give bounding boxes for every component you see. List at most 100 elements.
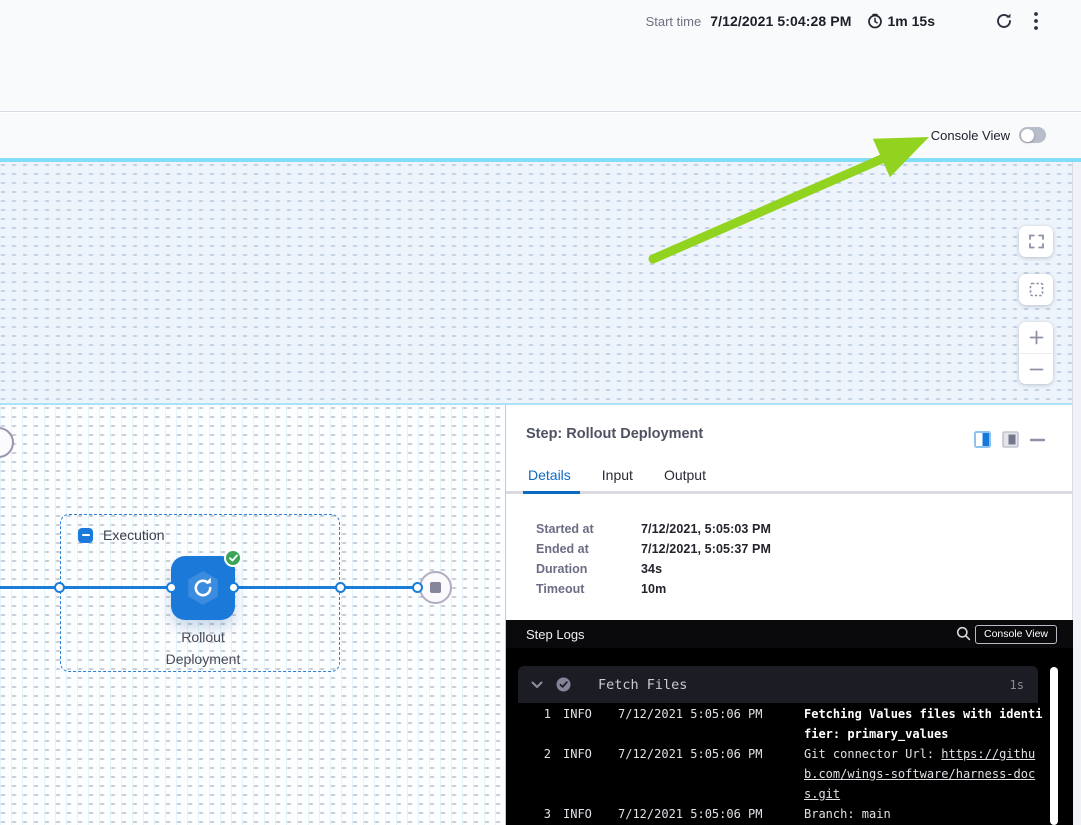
active-tab-indicator xyxy=(523,491,580,494)
minus-icon xyxy=(1029,362,1044,377)
stage-end-node[interactable] xyxy=(419,571,452,604)
detail-label: Timeout xyxy=(536,582,641,596)
detail-label: Ended at xyxy=(536,542,641,556)
console-view-label: Console View xyxy=(931,128,1010,143)
plus-icon xyxy=(1029,330,1044,345)
log-timestamp: 7/12/2021 5:05:06 PM xyxy=(618,804,792,824)
log-level: INFO xyxy=(563,804,606,824)
fit-view-icon xyxy=(1029,282,1044,297)
log-timestamp: 7/12/2021 5:05:06 PM xyxy=(618,704,792,724)
port-node-in[interactable] xyxy=(166,582,177,593)
collapse-group-button[interactable] xyxy=(78,528,93,543)
detail-value: 7/12/2021, 5:05:37 PM xyxy=(641,542,771,556)
log-group-duration: 1s xyxy=(1010,678,1024,692)
detail-value: 7/12/2021, 5:05:03 PM xyxy=(641,522,771,536)
port-group-out[interactable] xyxy=(335,582,346,593)
detail-value: 10m xyxy=(641,582,666,596)
detail-value: 34s xyxy=(641,562,662,576)
elapsed-time-wrap: 1m 15s xyxy=(867,13,935,29)
window-scroll-gutter[interactable] xyxy=(1072,162,1081,825)
node-label-line1: Rollout xyxy=(128,626,278,648)
log-line-number: 2 xyxy=(518,744,551,764)
port-end-in[interactable] xyxy=(412,582,423,593)
zoom-stack-control xyxy=(1019,322,1053,384)
pipeline-canvas-upper[interactable] xyxy=(0,162,1081,403)
log-level: INFO xyxy=(563,744,606,764)
zoom-out-button[interactable] xyxy=(1019,353,1053,384)
panel-tabs: Details Input Output xyxy=(528,467,706,483)
log-row: 1 INFO 7/12/2021 5:05:06 PM Fetching Val… xyxy=(518,704,1050,744)
tab-input[interactable]: Input xyxy=(602,467,633,483)
execution-group-header: Execution xyxy=(78,527,164,543)
log-message-text: Git connector Url: xyxy=(804,747,941,761)
pipeline-execution-page: Start time 7/12/2021 5:04:28 PM 1m 15s xyxy=(0,0,1081,825)
details-rows: Started at 7/12/2021, 5:05:03 PM Ended a… xyxy=(536,519,771,599)
detail-row-duration: Duration 34s xyxy=(536,559,771,579)
search-icon xyxy=(956,626,971,641)
execution-header: Start time 7/12/2021 5:04:28 PM 1m 15s xyxy=(0,0,1081,112)
rollout-deployment-node[interactable] xyxy=(171,556,235,620)
minimize-panel-button[interactable] xyxy=(1030,438,1045,442)
step-logs-body: Fetch Files 1s 1 INFO 7/12/2021 5:05:06 … xyxy=(506,648,1073,825)
clock-icon xyxy=(867,13,883,29)
log-group-success-icon xyxy=(556,677,571,692)
detail-row-timeout: Timeout 10m xyxy=(536,579,771,599)
log-message: Branch: main xyxy=(804,804,1044,824)
refresh-icon xyxy=(995,12,1013,30)
zoom-in-button[interactable] xyxy=(1019,322,1053,353)
log-line-number: 3 xyxy=(518,804,551,824)
toggle-knob xyxy=(1021,129,1034,142)
log-group-header[interactable]: Fetch Files 1s xyxy=(518,666,1038,703)
log-line-number: 1 xyxy=(518,704,551,724)
detail-label: Started at xyxy=(536,522,641,536)
tab-output[interactable]: Output xyxy=(664,467,706,483)
detail-row-started: Started at 7/12/2021, 5:05:03 PM xyxy=(536,519,771,539)
console-toggle-group: Console View xyxy=(931,127,1046,143)
minimize-icon xyxy=(1030,438,1045,442)
start-time-value: 7/12/2021 5:04:28 PM xyxy=(710,13,851,29)
fullscreen-control xyxy=(1019,226,1053,257)
fit-to-view-button[interactable] xyxy=(1019,274,1053,305)
panel-title: Step: Rollout Deployment xyxy=(526,426,703,442)
log-row: 2 INFO 7/12/2021 5:05:06 PM Git connecto… xyxy=(518,744,1050,804)
full-view-icon xyxy=(1002,431,1019,448)
check-icon xyxy=(229,554,238,562)
logs-console-view-button[interactable]: Console View xyxy=(975,625,1057,644)
split-view-icon xyxy=(974,431,991,448)
node-label-line2: Deployment xyxy=(128,648,278,670)
log-message: Git connector Url: https://github.com/wi… xyxy=(804,744,1044,804)
stop-icon xyxy=(430,582,441,593)
kebab-menu-icon xyxy=(1033,11,1039,31)
execution-group-label: Execution xyxy=(103,527,164,543)
fullscreen-button[interactable] xyxy=(1019,226,1053,257)
log-timestamp: 7/12/2021 5:05:06 PM xyxy=(618,744,792,764)
panel-layout-controls xyxy=(974,431,1045,448)
port-group-in[interactable] xyxy=(54,582,65,593)
log-row: 3 INFO 7/12/2021 5:05:06 PM Branch: main xyxy=(518,804,1050,824)
refresh-button[interactable] xyxy=(993,10,1015,32)
execution-meta-row: Start time 7/12/2021 5:04:28 PM 1m 15s xyxy=(646,8,1041,34)
log-group-name: Fetch Files xyxy=(598,677,687,693)
split-view-button[interactable] xyxy=(974,431,991,448)
success-badge xyxy=(224,549,242,567)
node-label: Rollout Deployment xyxy=(128,626,278,670)
console-view-toggle[interactable] xyxy=(1019,127,1046,143)
step-logs-title: Step Logs xyxy=(526,627,585,642)
step-logs-bar: Step Logs Console View xyxy=(506,620,1073,648)
more-options-button[interactable] xyxy=(1031,9,1041,33)
log-search-button[interactable] xyxy=(956,626,971,641)
log-scrollbar-thumb[interactable] xyxy=(1050,667,1058,825)
log-message: Fetching Values files with identifier: p… xyxy=(804,704,1044,744)
detail-row-ended: Ended at 7/12/2021, 5:05:37 PM xyxy=(536,539,771,559)
tab-details[interactable]: Details xyxy=(528,467,571,483)
console-view-bar: Console View xyxy=(0,113,1081,158)
fullscreen-icon xyxy=(1029,234,1044,249)
tabline xyxy=(506,491,1073,494)
fit-view-control xyxy=(1019,274,1053,305)
step-details-panel: Step: Rollout Deployment D xyxy=(505,405,1072,825)
chevron-down-icon[interactable] xyxy=(531,681,543,689)
port-node-out[interactable] xyxy=(228,582,239,593)
detail-label: Duration xyxy=(536,562,641,576)
elapsed-duration: 1m 15s xyxy=(888,13,935,29)
full-view-button[interactable] xyxy=(1002,431,1019,448)
